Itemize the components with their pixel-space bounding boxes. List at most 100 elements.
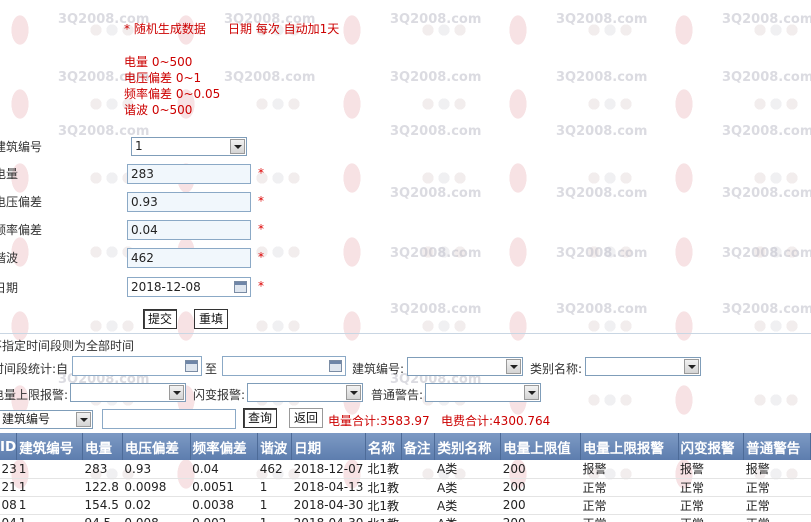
period-end-input[interactable] xyxy=(222,356,346,376)
required-mark: * xyxy=(258,166,264,180)
column-header[interactable]: 闪变报警 xyxy=(678,433,745,460)
date-label: 日期 xyxy=(0,281,19,295)
cell-voltage: 0.008 xyxy=(122,514,191,522)
required-mark: * xyxy=(258,279,264,293)
harmonic-label: 谐波 xyxy=(0,251,19,265)
table-row[interactable]: 08 1 154.5 0.02 0.0038 1 2018-04-30 北1教 … xyxy=(0,496,811,515)
frequency-input[interactable]: 0.04 xyxy=(127,220,251,240)
upper-alarm-select[interactable] xyxy=(70,383,186,402)
cell-upper-limit: 200 xyxy=(500,496,581,515)
chevron-down-icon xyxy=(506,359,521,374)
cell-normal-alarm: 正常 xyxy=(743,514,811,522)
fee-total: 电费合计:4300.764 xyxy=(441,414,551,428)
chevron-down-icon xyxy=(230,139,245,154)
cell-upper-limit: 200 xyxy=(500,478,581,497)
calendar-icon[interactable] xyxy=(329,360,342,372)
table-row[interactable]: 04 1 94.5 0.008 0.002 1 2018-04-30 北1教 A… xyxy=(0,514,811,522)
cell-upper-limit: 200 xyxy=(500,514,581,522)
cell-upper-limit: 200 xyxy=(500,460,581,479)
chevron-down-icon xyxy=(346,385,361,400)
cell-frequency: 0.04 xyxy=(190,460,258,479)
period-start-input[interactable] xyxy=(72,356,202,376)
power-label: 电量 xyxy=(0,167,19,181)
building-select[interactable]: 1 xyxy=(131,137,247,156)
watermark-text: 3Q2008.com xyxy=(390,12,482,27)
cell-voltage: 0.0098 xyxy=(122,478,191,497)
reset-button[interactable]: 重填 xyxy=(194,309,229,329)
watermark-text: 3Q2008.com xyxy=(390,186,482,201)
cell-upper-alarm: 报警 xyxy=(580,460,678,479)
column-header[interactable]: 电量 xyxy=(82,433,123,460)
column-header[interactable]: 谐波 xyxy=(257,433,293,460)
column-header[interactable]: 普通警告 xyxy=(743,433,811,460)
cell-category: A类 xyxy=(434,514,501,522)
column-header[interactable]: 电量上限值 xyxy=(500,433,581,460)
cell-normal-alarm: 报警 xyxy=(743,460,811,479)
search-field-select[interactable]: 建筑编号 xyxy=(0,410,93,429)
harmonic-input[interactable]: 462 xyxy=(127,248,251,268)
calendar-icon[interactable] xyxy=(234,281,247,293)
building-select-value: 1 xyxy=(135,139,143,153)
watermark-text: 3Q2008.com xyxy=(390,246,482,261)
data-table: ID 建筑编号 电量 电压偏差 频率偏差 谐波 日期 名称 备注 类别名称 电量… xyxy=(0,433,811,522)
category-select[interactable] xyxy=(585,357,701,376)
table-row[interactable]: 21 1 122.8 0.0098 0.0051 1 2018-04-13 北1… xyxy=(0,478,811,497)
cell-building: 1 xyxy=(16,514,83,522)
info-note-random: * 随机生成数据 xyxy=(124,22,206,36)
range-voltage: 电压偏差 0~1 xyxy=(124,71,202,85)
cell-harmonic: 1 xyxy=(257,496,292,515)
column-header[interactable]: 类别名称 xyxy=(434,433,502,460)
date-input-value: 2018-12-08 xyxy=(131,280,201,294)
cell-normal-alarm: 正常 xyxy=(743,496,811,515)
range-power: 电量 0~500 xyxy=(124,55,193,69)
filter-building-label: 建筑编号: xyxy=(352,362,405,376)
watermark-text: 3Q2008.com xyxy=(390,124,482,139)
column-header[interactable]: 日期 xyxy=(291,433,366,460)
cell-remark xyxy=(401,478,435,497)
normal-alarm-select[interactable] xyxy=(425,383,541,402)
watermark-text: 3Q2008.com xyxy=(722,186,811,201)
table-row[interactable]: 23 1 283 0.93 0.04 462 2018-12-07 北1教 A类… xyxy=(0,460,811,479)
cell-building: 1 xyxy=(16,478,83,497)
range-frequency: 频率偏差 0~0.05 xyxy=(124,87,221,101)
column-header[interactable]: 频率偏差 xyxy=(190,433,259,460)
cell-remark xyxy=(401,514,435,522)
column-header[interactable]: 名称 xyxy=(365,433,402,460)
cell-upper-alarm: 正常 xyxy=(580,496,678,515)
watermark-text: 3Q2008.com xyxy=(224,70,316,85)
search-input[interactable] xyxy=(102,409,236,429)
cell-category: A类 xyxy=(434,460,501,479)
category-label: 类别名称: xyxy=(530,362,583,376)
voltage-label: 电压偏差 xyxy=(0,195,43,209)
cell-id: 04 xyxy=(0,514,17,522)
cell-upper-alarm: 正常 xyxy=(580,478,678,497)
submit-button[interactable]: 提交 xyxy=(143,309,178,329)
date-input[interactable]: 2018-12-08 xyxy=(127,277,251,297)
voltage-input[interactable]: 0.93 xyxy=(127,192,251,212)
watermark-text: 3Q2008.com xyxy=(390,70,482,85)
frequency-label: 频率偏差 xyxy=(0,223,43,237)
cell-remark xyxy=(401,496,435,515)
column-header[interactable]: 建筑编号 xyxy=(16,433,83,460)
cell-frequency: 0.0051 xyxy=(190,478,258,497)
cell-remark xyxy=(401,460,435,479)
column-header[interactable]: ID xyxy=(0,433,18,460)
cell-building: 1 xyxy=(16,496,83,515)
filter-building-select[interactable] xyxy=(407,357,523,376)
flash-alarm-select[interactable] xyxy=(247,383,363,402)
back-button[interactable]: 返回 xyxy=(289,408,324,428)
calendar-icon[interactable] xyxy=(185,360,198,372)
query-button[interactable]: 查询 xyxy=(243,408,278,428)
cell-date: 2018-04-30 xyxy=(291,514,366,522)
cell-power: 283 xyxy=(82,460,123,479)
required-mark: * xyxy=(258,222,264,236)
search-field-value: 建筑编号 xyxy=(2,412,51,426)
divider xyxy=(0,333,811,334)
column-header[interactable]: 备注 xyxy=(401,433,436,460)
cell-name: 北1教 xyxy=(365,460,402,479)
cell-voltage: 0.93 xyxy=(122,460,191,479)
watermark-text: 3Q2008.com xyxy=(556,124,648,139)
column-header[interactable]: 电压偏差 xyxy=(122,433,191,460)
power-input[interactable]: 283 xyxy=(127,164,251,184)
column-header[interactable]: 电量上限报警 xyxy=(580,433,679,460)
